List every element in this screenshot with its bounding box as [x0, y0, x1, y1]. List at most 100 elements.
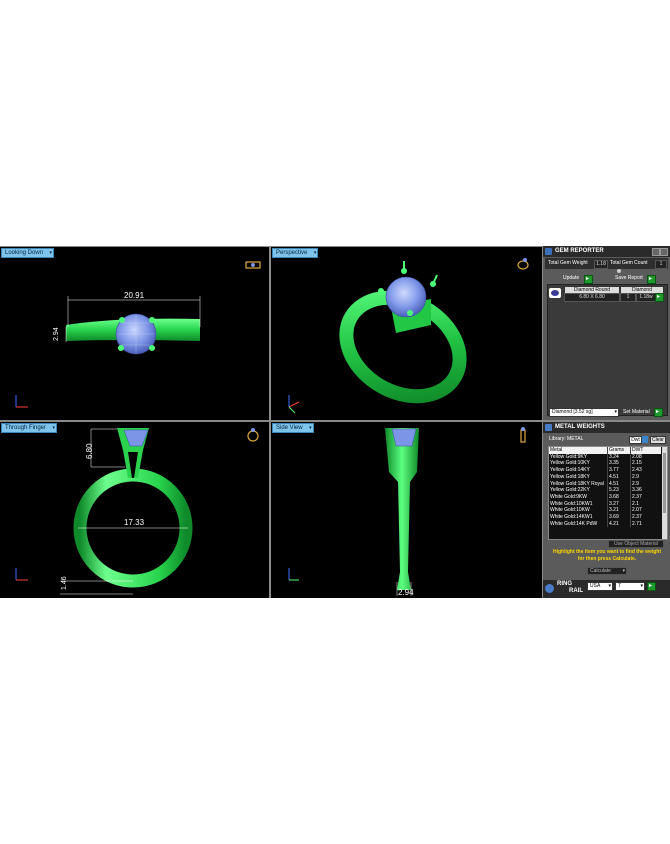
- update-button-label[interactable]: Update: [563, 275, 579, 282]
- column-header: Metal: [550, 447, 563, 453]
- slider-handle[interactable]: [617, 269, 621, 273]
- set-material-label[interactable]: Set Material: [623, 409, 650, 416]
- table-cell: 3.21: [607, 507, 631, 515]
- table-cell: 2.9: [630, 480, 661, 488]
- table-cell: White Gold:14KW1: [550, 514, 593, 521]
- table-row[interactable]: Yellow Gold:18KY Royal 4.51 2.9: [549, 480, 661, 488]
- gem-weight-value: 1.18w: [636, 293, 656, 302]
- calculate-select[interactable]: Calculate ▾: [587, 567, 627, 575]
- metal-weights-table: Metal Grams DWT Yellow Gold:9KY 3.24 2.08 Y…: [549, 447, 661, 528]
- column-header: Grams: [607, 447, 631, 454]
- table-cell: 3.69: [607, 514, 631, 521]
- units-select[interactable]: Dwt: [629, 436, 642, 444]
- metal-weights-instructions: Highlight the item you want to find the …: [552, 549, 662, 562]
- metal-icon: [545, 424, 552, 431]
- units-info-button[interactable]: [642, 436, 648, 443]
- round-diamond-icon: [549, 288, 561, 298]
- viewport-through-finger[interactable]: 6.80 17.33 1.46 Through Finger ▾: [0, 422, 269, 598]
- viewport-label[interactable]: Side View ▾: [272, 423, 314, 433]
- viewport-label[interactable]: Perspective ▾: [272, 248, 319, 258]
- minimize-icon[interactable]: [652, 248, 660, 256]
- gem-reporter-panel: GEM REPORTER Total Gem Weight 1.18 Total…: [543, 246, 670, 420]
- clear-button[interactable]: Clear: [650, 436, 666, 444]
- viewport-perspective[interactable]: Perspective ▾: [271, 247, 542, 420]
- gem-row-go-button[interactable]: [655, 293, 664, 302]
- table-row[interactable]: Yellow Gold:18KY 4.51 2.9: [549, 473, 661, 481]
- table-row[interactable]: White Gold:10KW 3.21 2.07: [549, 507, 661, 515]
- table-cell: 3.24: [607, 453, 631, 461]
- viewport-side-view[interactable]: 2.94 Side View ▾: [271, 422, 542, 598]
- through-finger-render: 6.80 17.33 1.46: [15, 428, 259, 595]
- table-row[interactable]: White Gold:10KW1 3.27 2.1: [549, 500, 661, 508]
- table-cell: 2.07: [630, 507, 661, 515]
- view-cube-icon[interactable]: [520, 427, 526, 443]
- table-cell: 3.77: [607, 467, 631, 474]
- table-cell: White Gold:10KW: [550, 507, 590, 514]
- chevron-down-icon: ▾: [49, 250, 53, 256]
- table-row[interactable]: White Gold:14KW1 3.69 2.37: [549, 514, 661, 521]
- table-cell: 3.68: [607, 493, 631, 501]
- table-cell: 2.15: [630, 460, 661, 468]
- viewport-label[interactable]: Through Finger ▾: [1, 423, 58, 433]
- dim-bottom-label: 2.94: [398, 588, 414, 597]
- table-cell: 2.43: [630, 467, 661, 474]
- material-select[interactable]: Diamond [3.52 sg] ▾: [549, 408, 619, 417]
- dim-height-label: 2.94: [53, 327, 60, 341]
- table-cell: 5.23: [607, 487, 631, 494]
- app-window: 20.91 2.94 Looking Down ▾ Perspective ▾ …: [0, 246, 670, 598]
- table-row[interactable]: White Gold:14K PdW 4.21 2.71: [549, 520, 661, 528]
- ring-rail-go-button[interactable]: [647, 582, 656, 591]
- chevron-down-icon: ▾: [614, 409, 617, 415]
- gem-row[interactable]: Diamond Round Diamond 6.80 X 6.80 1 1.18…: [549, 286, 664, 302]
- set-material-button[interactable]: [654, 408, 663, 417]
- gem-list: [547, 284, 668, 416]
- table-cell: 2.1: [630, 500, 661, 508]
- column-header: DWT: [630, 447, 661, 454]
- table-row[interactable]: Yellow Gold:22KY 5.23 3.36: [549, 487, 661, 494]
- metal-weights-header: METAL WEIGHTS: [543, 422, 670, 433]
- gem-icon: [545, 248, 552, 255]
- table-row[interactable]: Yellow Gold:10KY 3.35 2.15: [549, 460, 661, 468]
- view-cube-icon[interactable]: [245, 261, 261, 269]
- ring-region-select[interactable]: USA ▾: [587, 582, 613, 591]
- axis-gizmo: [15, 568, 28, 581]
- ring-size-select[interactable]: 7 ▾: [615, 582, 645, 591]
- view-cube-icon[interactable]: [517, 258, 529, 270]
- table-row[interactable]: Yellow Gold:14KY 3.77 2.43: [549, 467, 661, 474]
- ring-rail-title-line2: RAIL: [569, 588, 583, 594]
- save-report-label[interactable]: Save Report: [615, 275, 643, 282]
- viewport-label[interactable]: Looking Down ▾: [1, 248, 55, 258]
- total-gem-count-value: 1: [655, 260, 667, 269]
- dim-inner-label: 17.33: [124, 518, 145, 527]
- table-cell: 2.71: [630, 520, 661, 528]
- table-cell: 4.51: [607, 473, 631, 481]
- table-cell: 3.36: [630, 487, 661, 494]
- scrollbar[interactable]: [662, 447, 667, 539]
- table-header-row: Metal Grams DWT: [549, 447, 661, 454]
- table-row[interactable]: Yellow Gold:9KY 3.24 2.08: [549, 453, 661, 461]
- table-cell: 2.37: [630, 514, 661, 521]
- chevron-down-icon: ▾: [608, 583, 611, 589]
- chevron-down-icon: ▾: [622, 568, 625, 574]
- viewport-looking-down[interactable]: 20.91 2.94 Looking Down ▾: [0, 247, 269, 420]
- update-button[interactable]: [584, 275, 593, 284]
- table-cell: White Gold:10KW1: [550, 500, 593, 507]
- axis-gizmo: [288, 395, 300, 414]
- metal-weights-panel: METAL WEIGHTS Library: METAL Dwt Clear M…: [543, 422, 670, 580]
- use-object-material-button[interactable]: Use Object Material: [608, 540, 664, 548]
- save-report-button[interactable]: [647, 275, 656, 284]
- ring-rail-icon: [545, 584, 554, 593]
- chevron-down-icon: ▾: [640, 583, 643, 589]
- table-cell: Yellow Gold:14KY: [550, 467, 590, 474]
- table-row[interactable]: White Gold:9KW 3.68 2.37: [549, 493, 661, 501]
- dim-width-label: 20.91: [124, 291, 145, 300]
- total-gem-weight-value: 1.18: [594, 260, 608, 269]
- library-label: Library: METAL: [549, 436, 584, 442]
- view-cube-icon[interactable]: [247, 428, 259, 442]
- chevron-down-icon: ▾: [52, 425, 56, 431]
- table-cell: 4.51: [607, 480, 631, 488]
- table-cell: Yellow Gold:18KY Royal: [550, 480, 604, 487]
- table-cell: Yellow Gold:22KY: [550, 487, 590, 494]
- table-cell: White Gold:14K PdW: [550, 520, 598, 527]
- close-icon[interactable]: [660, 248, 668, 256]
